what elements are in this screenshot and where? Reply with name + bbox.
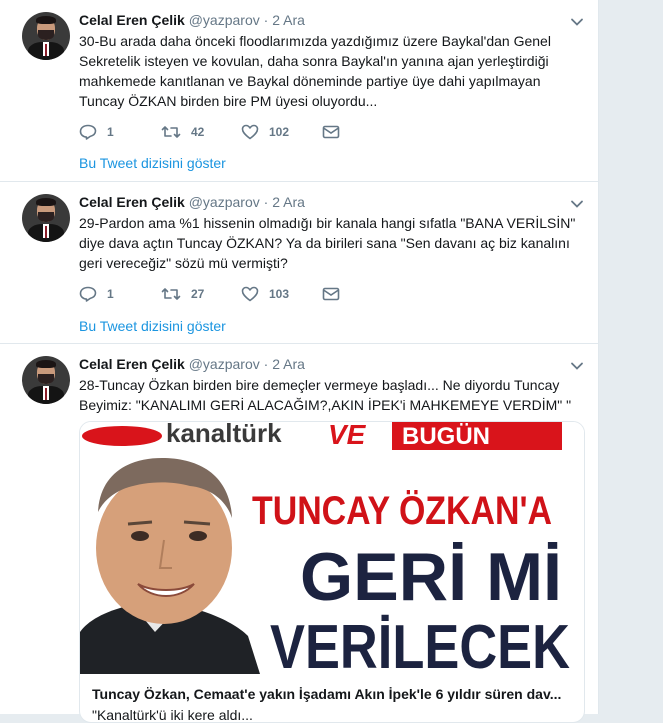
headline-line2: GERİ Mİ xyxy=(300,539,562,615)
tweet[interactable]: Celal Eren Çelik @yazparov · 2 Ara 30-Bu… xyxy=(0,0,598,182)
avatar-tie xyxy=(45,388,47,400)
avatar-tie xyxy=(45,226,47,238)
heart-icon xyxy=(241,286,259,302)
author-handle[interactable]: @yazparov xyxy=(189,194,260,210)
link-card[interactable]: kanaltürk VE BUGÜN TUNCAY ÖZKAN'A GERİ M… xyxy=(79,421,585,723)
retweet-button[interactable]: 27 xyxy=(161,286,204,302)
author-name[interactable]: Celal Eren Çelik xyxy=(79,356,185,372)
reply-count: 1 xyxy=(107,287,114,301)
reply-button[interactable]: 1 xyxy=(79,124,114,140)
show-thread-link[interactable]: Bu Tweet dizisini göster xyxy=(79,155,226,171)
avatar-hair xyxy=(36,198,56,206)
author-handle[interactable]: @yazparov xyxy=(189,356,260,372)
author-handle[interactable]: @yazparov xyxy=(189,12,260,28)
separator-dot: · xyxy=(263,356,269,372)
avatar-beard xyxy=(38,30,54,40)
tweet-header: Celal Eren Çelik @yazparov · 2 Ara xyxy=(79,356,305,372)
headline-line1: TUNCAY ÖZKAN'A xyxy=(252,488,552,533)
reply-icon xyxy=(79,124,97,140)
tweet-header: Celal Eren Çelik @yazparov · 2 Ara xyxy=(79,12,305,28)
separator-dot: · xyxy=(263,194,269,210)
avatar[interactable] xyxy=(22,356,70,404)
message-button[interactable] xyxy=(322,286,340,302)
tweet-header: Celal Eren Çelik @yazparov · 2 Ara xyxy=(79,194,305,210)
avatar-hair xyxy=(36,16,56,24)
retweet-icon xyxy=(161,288,181,300)
tweet-text: 29-Pardon ama %1 hissenin olmadığı bir k… xyxy=(79,215,576,271)
envelope-icon xyxy=(322,287,340,301)
reply-button[interactable]: 1 xyxy=(79,286,114,302)
card-title[interactable]: Tuncay Özkan, Cemaat'e yakın İşadamı Akı… xyxy=(92,686,572,702)
avatar-tie xyxy=(45,44,47,56)
like-count: 102 xyxy=(269,125,290,139)
message-button[interactable] xyxy=(322,124,340,140)
tweet-date[interactable]: 2 Ara xyxy=(272,12,305,28)
tweet-text: 30-Bu arada daha önceki floodlarımızda y… xyxy=(79,33,551,109)
like-button[interactable]: 102 xyxy=(241,124,289,140)
retweet-button[interactable]: 42 xyxy=(161,124,204,140)
envelope-icon xyxy=(322,125,340,139)
tweet-text: 28-Tuncay Özkan birden bire demeçler ver… xyxy=(79,377,572,413)
avatar-hair xyxy=(36,360,56,368)
reply-icon xyxy=(79,286,97,302)
tweet[interactable]: Celal Eren Çelik @yazparov · 2 Ara 29-Pa… xyxy=(0,182,598,344)
avatar-beard xyxy=(38,374,54,384)
show-thread-link[interactable]: Bu Tweet dizisini göster xyxy=(79,318,226,334)
author-name[interactable]: Celal Eren Çelik xyxy=(79,194,185,210)
chevron-down-icon[interactable] xyxy=(570,15,584,29)
like-button[interactable]: 103 xyxy=(241,286,289,302)
card-description: "Kanaltürk'ü iki kere aldı... xyxy=(92,707,253,723)
author-name[interactable]: Celal Eren Çelik xyxy=(79,12,185,28)
logo-kanalturk: kanaltürk xyxy=(166,422,282,448)
separator-dot: · xyxy=(263,12,269,28)
retweet-icon xyxy=(161,126,181,138)
headline-line3: VERİLECEK xyxy=(270,613,570,674)
logo-bugun: BUGÜN xyxy=(402,423,490,450)
retweet-count: 27 xyxy=(191,287,205,301)
like-count: 103 xyxy=(269,287,290,301)
logo-ve: VE xyxy=(328,422,367,450)
card-image[interactable]: kanaltürk VE BUGÜN TUNCAY ÖZKAN'A GERİ M… xyxy=(80,422,584,674)
avatar[interactable] xyxy=(22,194,70,242)
reply-count: 1 xyxy=(107,125,114,139)
retweet-count: 42 xyxy=(191,125,205,139)
tweet-date[interactable]: 2 Ara xyxy=(272,356,305,372)
avatar[interactable] xyxy=(22,12,70,60)
tweet-date[interactable]: 2 Ara xyxy=(272,194,305,210)
heart-icon xyxy=(241,124,259,140)
chevron-down-icon[interactable] xyxy=(570,359,584,373)
chevron-down-icon[interactable] xyxy=(570,197,584,211)
avatar-beard xyxy=(38,212,54,222)
